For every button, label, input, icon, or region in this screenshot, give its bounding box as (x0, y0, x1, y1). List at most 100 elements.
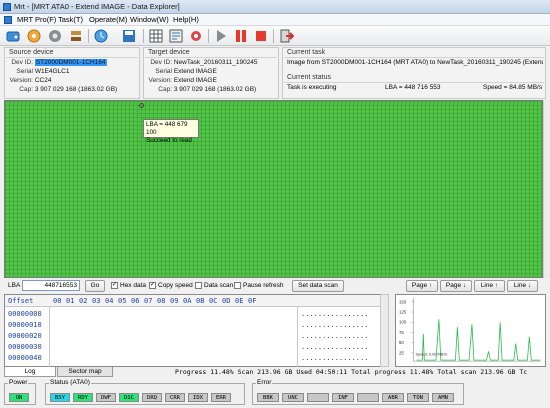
target-devid-label: Dev ID: (150, 59, 172, 66)
blank-indicator (307, 393, 329, 402)
speed-y-tick: 50 (399, 340, 404, 345)
speed-y-tick: 150 (399, 299, 407, 304)
set-data-scan-button[interactable]: Set data scan (292, 280, 344, 292)
hex-col-header: 05 (118, 297, 127, 305)
source-devid-value[interactable]: ST2000DM001-1CH164 (34, 59, 107, 66)
hex-scrollbar[interactable] (380, 294, 389, 367)
target-serial-value: Extend IMAGE (173, 68, 217, 75)
source-version-value: CC24 (34, 77, 52, 84)
hex-view[interactable]: Offset 00 01 02 03 04 05 06 07 08 09 0A … (4, 294, 389, 367)
target-serial-label: Serial (155, 68, 172, 75)
hex-col-header: 0A (183, 297, 192, 305)
page-up-button[interactable]: Page ↑ (406, 280, 438, 292)
speed-label: Speed: 0.00 MB/S (416, 351, 448, 356)
hex-col-header: 0C (209, 297, 218, 305)
abr-indicator: ABR (382, 393, 404, 402)
hex-row-offset: 00000000 (8, 310, 42, 318)
line-up-button[interactable]: Line ↑ (474, 280, 505, 292)
menu-help[interactable]: Help(H) (173, 15, 199, 24)
task-state: Task is executing (287, 84, 337, 91)
source-device-title: Source device (9, 49, 54, 56)
window-title: Mrt - [MRT ATA0 - Extend IMAGE - Data Ex… (14, 2, 180, 11)
menu-window[interactable]: Window(W) (130, 15, 169, 24)
data-scan-checkbox[interactable] (195, 282, 202, 289)
bbk-indicator: BBK (257, 393, 279, 402)
ata-status-group: Status (ATA0) BSY RDY DWF DSC DRQ CRR IDX ERR (45, 379, 245, 405)
ton-indicator: TON (407, 393, 429, 402)
pause-refresh-checkbox[interactable] (234, 282, 241, 289)
hex-row-offset: 00000030 (8, 343, 42, 351)
hex-ascii: ................ (301, 332, 369, 340)
hex-data-label: Hex data (120, 282, 147, 289)
amn-indicator: AMN (432, 393, 454, 402)
source-serial-value: W1E4GLC1 (34, 68, 70, 75)
sector-grid-map[interactable] (4, 100, 543, 278)
hex-col-header: 00 (53, 297, 62, 305)
source-serial-label: Serial (16, 68, 33, 75)
data-icon[interactable] (168, 28, 184, 44)
power-title: Power (8, 379, 29, 386)
hex-col-header: 0D (222, 297, 231, 305)
current-task-panel: Current task Image from ST2000DM001-1CH1… (282, 47, 546, 99)
err-indicator: ERR (211, 393, 231, 402)
current-task-title: Current task (287, 49, 326, 56)
tab-log[interactable]: Log (4, 367, 56, 377)
hex-ascii: ................ (301, 354, 369, 362)
speed-y-tick: 100 (399, 320, 407, 325)
pause-refresh-label: Pause refresh (243, 282, 284, 289)
source-cap-value: 3 907 029 168 (1863.02 GB) (34, 86, 118, 93)
copy-speed-checkbox[interactable]: ✓ (149, 282, 156, 289)
stack-icon[interactable] (68, 28, 84, 44)
grid-scrollbar[interactable] (543, 100, 550, 278)
dsc-indicator: DSC (119, 393, 139, 402)
app-icon (3, 3, 11, 11)
source-device-panel: Source device Dev ID: ST2000DM001-1CH164… (4, 47, 140, 99)
power-on-indicator: ON (9, 393, 29, 402)
save-icon[interactable] (121, 28, 137, 44)
clock-icon[interactable] (93, 28, 109, 44)
target-icon[interactable] (188, 28, 204, 44)
tab-sector-map[interactable]: Sector map (57, 367, 113, 377)
menu-bar: MRT Pro(F) Task(T) Operate(M) Window(W) … (0, 14, 550, 26)
menu-mrt-pro[interactable]: MRT Pro(F) (17, 15, 56, 24)
line-down-button[interactable]: Line ↓ (507, 280, 538, 292)
exit-icon[interactable] (278, 28, 294, 44)
page-down-button[interactable]: Page ↓ (440, 280, 472, 292)
menu-operate[interactable]: Operate(M) (89, 15, 127, 24)
pause-icon[interactable] (233, 28, 249, 44)
target-device-panel: Target device Dev ID: NewTask_20160311_1… (143, 47, 279, 99)
target-version-label: Version: (148, 77, 173, 84)
lba-input[interactable] (22, 280, 80, 291)
target-cap-label: Cap: (158, 86, 172, 93)
document-icon[interactable] (4, 16, 12, 24)
hex-row-offset: 00000010 (8, 321, 42, 329)
play-icon[interactable] (213, 28, 229, 44)
hex-col-header: 02 (79, 297, 88, 305)
go-button[interactable]: Go (85, 280, 105, 292)
lba-control-row: LBA Go ✓ Hex data ✓ Copy speed Data scan… (0, 279, 550, 294)
menu-task[interactable]: Task(T) (58, 15, 83, 24)
hex-ascii: ................ (301, 321, 369, 329)
lba-tooltip: LBA = 448 679 100 Succeed to read (143, 119, 199, 144)
source-devid-label: Dev ID: (11, 59, 33, 66)
hex-data-checkbox[interactable]: ✓ (111, 282, 118, 289)
drive-icon[interactable] (5, 28, 21, 44)
gear-icon[interactable] (47, 28, 63, 44)
blank-indicator (357, 393, 379, 402)
hex-col-header: 03 (92, 297, 101, 305)
hex-offset-header: Offset (8, 297, 34, 305)
crr-indicator: CRR (165, 393, 185, 402)
grid-icon[interactable] (148, 28, 164, 44)
progress-text: Progress 11.48% Scan 213.96 GB Used 04:5… (175, 368, 528, 376)
speed-y-tick: 75 (399, 330, 404, 335)
hex-row-offset: 00000020 (8, 332, 42, 340)
disk-icon[interactable] (26, 28, 42, 44)
power-group: Power ON (4, 379, 36, 405)
target-device-title: Target device (148, 49, 190, 56)
hex-col-header: 0E (235, 297, 244, 305)
stop-icon[interactable] (253, 28, 269, 44)
drq-indicator: DRQ (142, 393, 162, 402)
error-group: Error BBK UNC INF ABR TON AMN (252, 379, 464, 405)
target-devid-value: NewTask_20160311_190245 (173, 59, 258, 66)
copy-speed-label: Copy speed (158, 282, 193, 289)
